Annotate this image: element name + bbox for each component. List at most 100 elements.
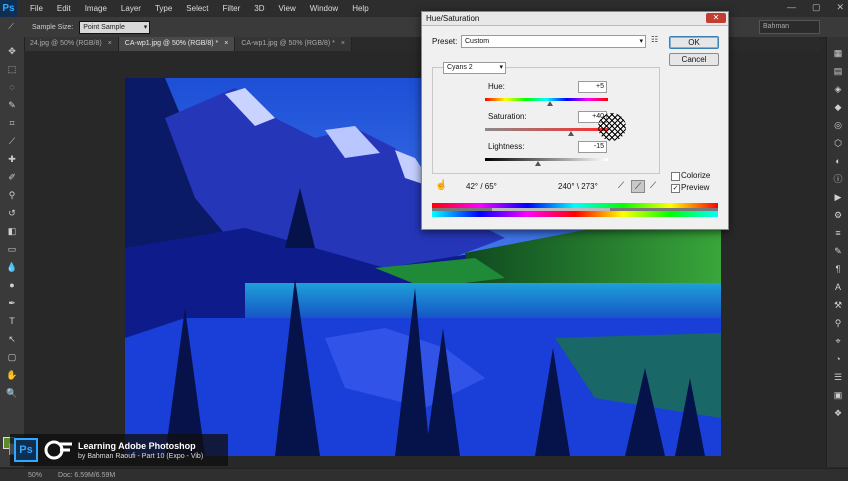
course-watermark: Ps Learning Adobe Photoshop by Bahman Ra… [10,434,228,466]
colorize-label: Colorize [681,171,711,180]
healing-brush-icon[interactable]: ✚ [6,153,18,165]
adjustments-panel-icon[interactable]: ◐ [832,155,844,167]
saturation-label: Saturation: [488,112,527,121]
minimize-button[interactable]: — [787,2,796,13]
panel-dock: ▦ ▤ ◈ ◆ ◎ ⬡ ◐ ⓘ ▶ ⚙ ≡ ✎ ¶ A ⚒ ⚲ ⌖ ◔ ☰ ▣ … [826,37,848,467]
hue-slider-thumb[interactable] [547,101,554,106]
blur-tool-icon[interactable]: 💧 [6,261,18,273]
saturation-slider-track[interactable] [485,128,608,131]
menu-window[interactable]: Window [303,4,345,13]
close-window-button[interactable]: ✕ [836,2,844,13]
tab-close-icon[interactable]: × [108,37,112,51]
timeline-panel-icon[interactable]: ▣ [832,389,844,401]
crop-tool-icon[interactable]: ⌗ [6,117,18,129]
dialog-title: Hue/Saturation [426,14,480,23]
quick-select-tool-icon[interactable]: ✎ [6,99,18,111]
paragraph-panel-icon[interactable]: ¶ [832,263,844,275]
pen-tool-icon[interactable]: ✒ [6,297,18,309]
eyedropper-icon[interactable]: ⟋ [6,135,18,147]
menu-file[interactable]: File [23,4,50,13]
preset-select[interactable]: Custom [461,35,646,48]
type-tool-icon[interactable]: T [6,315,18,327]
path-select-icon[interactable]: ↖ [6,333,18,345]
preset-options-icon[interactable]: ☷ [651,35,658,44]
menu-edit[interactable]: Edit [50,4,78,13]
tab-label: CA-wp1.jpg @ 50% (RGB/8) * [241,40,335,47]
subtract-from-sample-eyedropper-icon[interactable]: ⟋ [647,180,659,191]
navigator-panel-icon[interactable]: ⌖ [832,335,844,347]
dodge-tool-icon[interactable]: ● [6,279,18,291]
tab-close-icon[interactable]: × [224,37,228,51]
tab-document-2[interactable]: CA-wp1.jpg @ 50% (RGB/8) * × [118,37,236,51]
shape-tool-icon[interactable]: ▢ [6,351,18,363]
swatches-panel-icon[interactable]: ▤ [832,65,844,77]
eyedropper-icon[interactable]: ⟋ [615,180,627,191]
tool-presets-icon[interactable]: ⚒ [832,299,844,311]
menu-type[interactable]: Type [148,4,179,13]
eraser-tool-icon[interactable]: ◧ [6,225,18,237]
range-left-readout: 42° / 65° [466,182,497,191]
actions-panel-icon[interactable]: ⚙ [832,209,844,221]
clone-stamp-icon[interactable]: ⚲ [6,189,18,201]
eyedropper-tool-icon[interactable]: ⟋ [0,22,22,32]
channels-panel-icon[interactable]: ◎ [832,119,844,131]
colorize-checkbox[interactable] [671,172,680,181]
tools-panel: ✥ ⬚ ◌ ✎ ⌗ ⟋ ✚ ✐ ⚲ ↺ ◧ ▭ 💧 ● ✒ T ↖ ▢ ✋ 🔍 [0,37,25,467]
range-right-readout: 240° \ 273° [558,182,598,191]
maximize-button[interactable]: ▢ [812,2,821,13]
properties-panel-icon[interactable]: ≡ [832,227,844,239]
zoom-tool-icon[interactable]: 🔍 [6,387,18,399]
lightness-label: Lightness: [488,142,525,151]
hand-tool-icon[interactable]: ✋ [6,369,18,381]
history-brush-icon[interactable]: ↺ [6,207,18,219]
preset-label: Preset: [432,37,458,46]
hue-saturation-dialog: Hue/Saturation ✕ Preset: Custom ☷ OK Can… [421,11,729,230]
info-panel-icon[interactable]: ⓘ [832,173,844,185]
tab-document-1[interactable]: 24.jpg @ 50% (RGB/8) × [24,37,119,51]
gradient-tool-icon[interactable]: ▭ [6,243,18,255]
menu-view[interactable]: View [272,4,303,13]
tab-label: CA-wp1.jpg @ 50% (RGB/8) * [124,40,219,47]
history-panel-icon[interactable]: ▶ [832,191,844,203]
channel-select[interactable]: Cyans 2 [443,62,506,74]
zoom-level[interactable]: 50% [28,472,42,479]
paths-panel-icon[interactable]: ⬡ [832,137,844,149]
saturation-slider-thumb[interactable] [568,131,575,136]
workspace-select[interactable]: Bahman [759,20,820,34]
tab-close-icon[interactable]: × [341,37,345,51]
cancel-button[interactable]: Cancel [669,53,719,66]
sample-size-select[interactable]: Point Sample [79,20,151,34]
3d-panel-icon[interactable]: ❖ [832,407,844,419]
menu-help[interactable]: Help [345,4,375,13]
on-image-adjust-icon[interactable]: ☝ [435,180,447,191]
menu-filter[interactable]: Filter [216,4,248,13]
clone-source-icon[interactable]: ⚲ [832,317,844,329]
add-to-sample-eyedropper-icon[interactable]: ⟋ [631,180,645,193]
lasso-tool-icon[interactable]: ◌ [6,81,18,93]
brush-panel-icon[interactable]: ✎ [832,245,844,257]
ok-button[interactable]: OK [669,36,719,49]
styles-panel-icon[interactable]: ◈ [832,83,844,95]
lightness-slider-track[interactable] [485,158,608,161]
hue-value-input[interactable]: +5 [578,81,607,93]
dialog-title-bar[interactable]: Hue/Saturation ✕ [422,12,728,26]
marquee-tool-icon[interactable]: ⬚ [6,63,18,75]
preview-checkbox[interactable]: ✓ [671,184,680,193]
preview-label: Preview [681,183,710,192]
tab-document-3[interactable]: CA-wp1.jpg @ 50% (RGB/8) * × [235,37,352,51]
character-panel-icon[interactable]: A [832,281,844,293]
move-tool-icon[interactable]: ✥ [6,45,18,57]
lightness-value-input[interactable]: -15 [578,141,607,153]
cursor-icon [598,113,626,141]
menu-select[interactable]: Select [179,4,215,13]
brush-tool-icon[interactable]: ✐ [6,171,18,183]
histogram-panel-icon[interactable]: ◔ [832,353,844,365]
layers-panel-icon[interactable]: ◆ [832,101,844,113]
notes-panel-icon[interactable]: ☰ [832,371,844,383]
lightness-slider-thumb[interactable] [534,161,541,166]
menu-layer[interactable]: Layer [114,4,148,13]
menu-image[interactable]: Image [78,4,114,13]
color-panel-icon[interactable]: ▦ [832,47,844,59]
dialog-close-button[interactable]: ✕ [706,13,726,23]
menu-3d[interactable]: 3D [247,4,271,13]
